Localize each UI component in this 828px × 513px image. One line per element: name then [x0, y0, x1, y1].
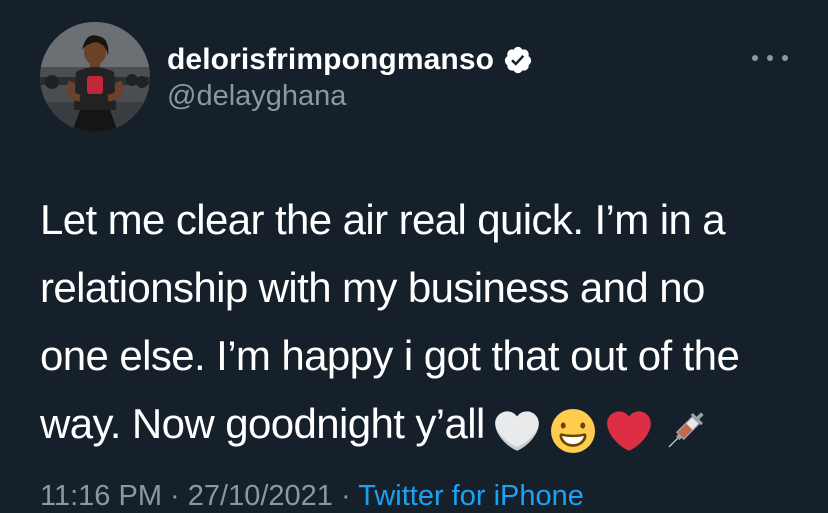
tweet-text: Let me clear the air real quick. I’m in …	[40, 186, 800, 458]
grinning-face-icon	[550, 405, 595, 453]
meta-separator: ·	[170, 480, 180, 512]
tweet-text-last-line: way. Now goodnight y’all	[40, 400, 485, 447]
red-heart-icon	[606, 405, 651, 451]
avatar-photo-icon	[40, 22, 150, 132]
tweet-card: delorisfrimpongmanso @delayghana Let me …	[0, 0, 828, 513]
emoji-row	[494, 405, 719, 453]
tweet-text-line: relationship with my business and no	[40, 264, 705, 311]
tweet-source-link[interactable]: Twitter for iPhone	[358, 480, 584, 512]
tweet-text-line: one else. I’m happy i got that out of th…	[40, 332, 740, 379]
user-handle[interactable]: @delayghana	[167, 80, 346, 113]
tweet-date[interactable]: 27/10/2021	[188, 480, 333, 512]
more-options-icon[interactable]	[752, 48, 788, 68]
tweet-text-line: Let me clear the air real quick. I’m in …	[40, 196, 726, 243]
meta-separator: ·	[341, 480, 351, 512]
syringe-icon	[663, 405, 707, 449]
tweet-time[interactable]: 11:16 PM	[40, 480, 162, 512]
white-heart-icon	[494, 405, 539, 451]
avatar[interactable]	[40, 22, 150, 132]
tweet-meta: 11:16 PM · 27/10/2021 · Twitter for iPho…	[40, 480, 584, 513]
verified-badge-icon	[503, 45, 533, 75]
display-name[interactable]: delorisfrimpongmanso	[167, 43, 494, 77]
name-row: delorisfrimpongmanso	[167, 40, 533, 80]
tweet-text-line: way. Now goodnight y’all	[40, 390, 800, 458]
